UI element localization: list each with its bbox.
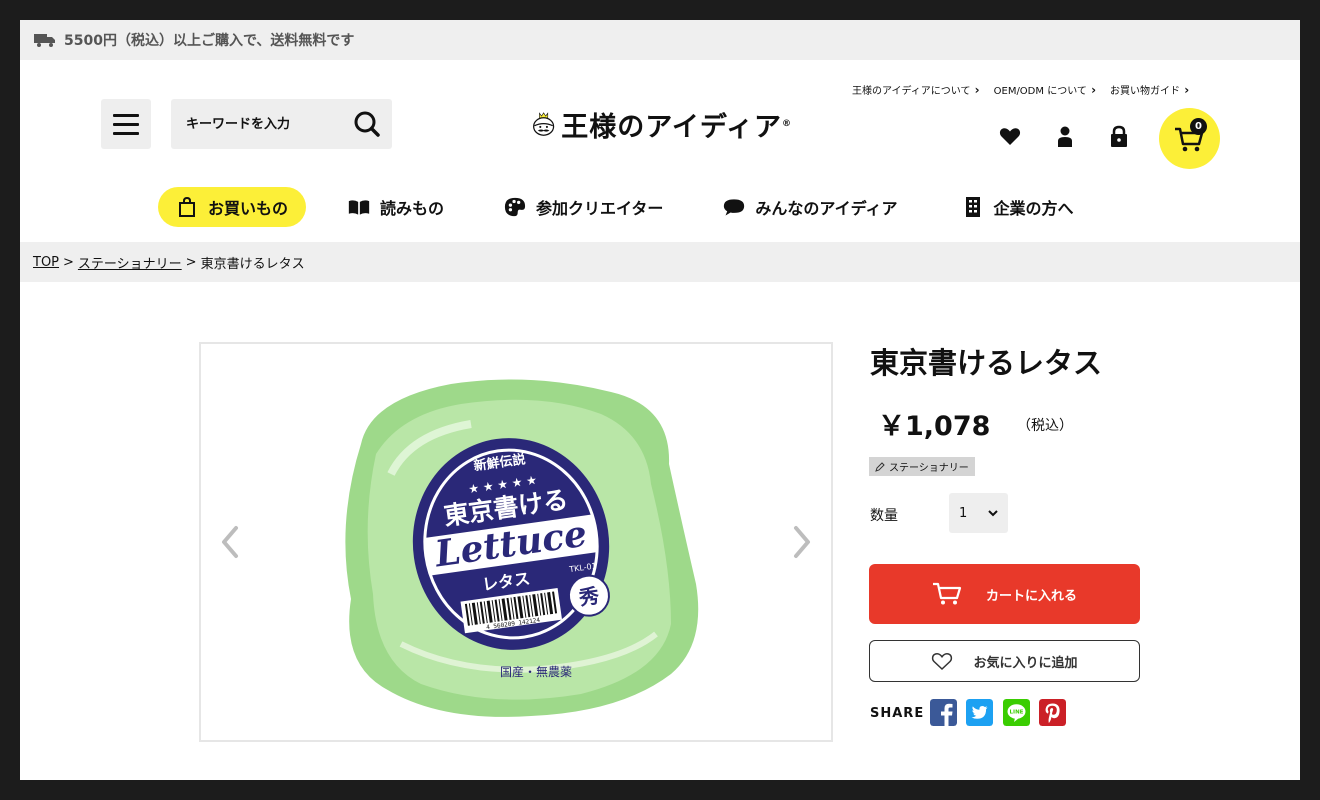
lock-icon[interactable]	[1107, 124, 1131, 148]
nav-item-label: 読みもの	[380, 199, 445, 218]
search-box	[171, 99, 392, 149]
add-to-cart-label: カートに入れる	[985, 588, 1077, 604]
breadcrumb-category-link[interactable]: ステーショナリー	[78, 253, 182, 272]
cart-icon	[932, 582, 962, 605]
quantity-label: 数量	[870, 508, 898, 524]
nav-item-ideas[interactable]: みんなのアイディア	[723, 187, 898, 227]
nav-item-label: 企業の方へ	[993, 199, 1074, 218]
king-mascot-logo-icon	[533, 112, 555, 136]
announcement-bar: 5500円（税込）以上ご購入で、送料無料です	[20, 20, 1300, 60]
pinterest-share-icon[interactable]	[1039, 699, 1066, 726]
main-nav: お買いもの 読みもの 参加クリエイター みんなのアイディア 企業の方へ	[158, 187, 1074, 227]
about-link[interactable]: 王様のアイディアについて	[852, 82, 980, 97]
product-price: ￥1,078	[878, 411, 991, 442]
nav-item-creators[interactable]: 参加クリエイター	[504, 187, 663, 227]
logo-text: 王様のアイディア®	[561, 111, 792, 143]
shopping-guide-link[interactable]: お買い物ガイド	[1110, 82, 1189, 97]
nav-item-label: お買いもの	[208, 199, 289, 218]
breadcrumb-separator: >	[185, 254, 197, 270]
breadcrumb: TOP > ステーショナリー > 東京書けるレタス	[20, 242, 1300, 282]
product-photo: 新鮮伝説 ★ ★ ★ ★ ★ 東京書ける Lettuce レタス TKL-01	[345, 379, 699, 717]
speech-bubble-icon	[724, 199, 745, 216]
nav-item-label: 参加クリエイター	[536, 199, 664, 218]
add-to-favorites-label: お気に入りに追加	[973, 655, 1078, 671]
menu-button[interactable]	[101, 99, 151, 149]
breadcrumb-current: 東京書けるレタス	[200, 256, 305, 272]
share-label: SHARE	[870, 706, 925, 721]
product-image-gallery: 新鮮伝説 ★ ★ ★ ★ ★ 東京書ける Lettuce レタス TKL-01	[199, 342, 833, 742]
shopping-bag-icon	[179, 196, 195, 217]
add-to-favorites-button[interactable]: お気に入りに追加	[869, 640, 1140, 682]
building-icon	[965, 197, 980, 217]
chevron-down-icon	[988, 509, 998, 516]
cart-button[interactable]: 0	[1159, 108, 1220, 169]
site-logo[interactable]: 王様のアイディア®	[532, 94, 792, 154]
search-input[interactable]	[171, 99, 341, 149]
hamburger-icon	[113, 113, 139, 117]
product-title: 東京書けるレタス	[870, 346, 1103, 380]
twitter-share-icon[interactable]	[966, 699, 993, 726]
add-to-cart-button[interactable]: カートに入れる	[869, 564, 1140, 624]
tax-note: （税込）	[1017, 418, 1073, 434]
label-badge-text: 秀	[577, 583, 601, 610]
category-tag[interactable]: ステーショナリー	[869, 457, 975, 476]
breadcrumb-home-link[interactable]: TOP	[33, 255, 59, 270]
book-icon	[348, 200, 370, 215]
next-image-arrow-icon[interactable]	[791, 524, 813, 560]
svg-text:LINE: LINE	[1010, 710, 1024, 716]
facebook-share-icon[interactable]	[930, 699, 957, 726]
heart-outline-icon	[932, 653, 953, 671]
nav-item-reading[interactable]: 読みもの	[348, 187, 444, 227]
quantity-value: 1	[959, 505, 968, 521]
cart-count-badge: 0	[1190, 118, 1207, 135]
quantity-select[interactable]: 1	[949, 493, 1008, 533]
breadcrumb-separator: >	[63, 254, 74, 270]
account-icon[interactable]	[1053, 124, 1077, 148]
palette-icon	[504, 197, 526, 217]
nav-item-label: みんなのアイディア	[755, 199, 898, 218]
nav-item-shopping[interactable]: お買いもの	[158, 187, 307, 227]
category-tag-label: ステーショナリー	[889, 463, 969, 474]
utility-links: 王様のアイディアについて OEM/ODM について お買い物ガイド	[852, 82, 1189, 97]
bag-text: 国産・無農薬	[500, 664, 572, 679]
line-share-icon[interactable]: LINE	[1003, 699, 1030, 726]
nav-item-business[interactable]: 企業の方へ	[962, 187, 1074, 227]
heart-icon[interactable]	[998, 124, 1022, 148]
announcement-text: 5500円（税込）以上ご購入で、送料無料です	[64, 33, 355, 49]
browser-page: 5500円（税込）以上ご購入で、送料無料です 王様のアイディア® 王様のアイディ…	[20, 20, 1300, 780]
pencil-icon	[875, 461, 885, 472]
oem-odm-link[interactable]: OEM/ODM について	[994, 82, 1096, 97]
truck-icon	[34, 34, 55, 47]
previous-image-arrow-icon[interactable]	[219, 524, 241, 560]
search-icon[interactable]	[352, 109, 382, 139]
